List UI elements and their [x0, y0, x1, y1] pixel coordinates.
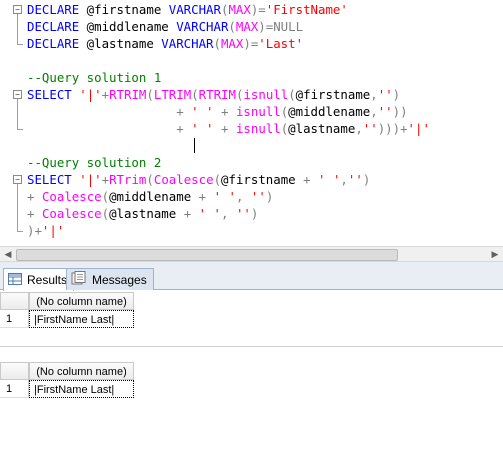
- outline-end: [17, 129, 23, 130]
- tab-results[interactable]: Results: [3, 268, 75, 291]
- text-caret: [194, 138, 195, 153]
- code-line-8: + ' ' + isnull(@lastname,'')))+'|': [176, 121, 430, 136]
- results-grid-1[interactable]: (No column name) 1 |FirstName Last|: [0, 292, 503, 332]
- scroll-left-icon[interactable]: ◀: [2, 249, 14, 260]
- code-line-6: SELECT '|'+RTRIM(LTRIM(RTRIM(isnull(@fir…: [27, 87, 401, 102]
- code-comment-1: --Query solution 1: [27, 70, 162, 85]
- outline-end: [17, 231, 23, 232]
- code-line-13: + Coalesce(@lastname + ' ', ''): [27, 206, 259, 221]
- result-cell[interactable]: |FirstName Last|: [29, 310, 134, 328]
- grid-icon: [8, 272, 22, 288]
- horizontal-scrollbar[interactable]: ◀ ▶: [0, 246, 503, 262]
- column-header[interactable]: (No column name): [29, 292, 134, 310]
- code-line-2: DECLARE @middlename VARCHAR(MAX)=NULL: [27, 19, 304, 34]
- code-line-11: SELECT '|'+RTrim(Coalesce(@firstname + '…: [27, 172, 371, 187]
- row-number[interactable]: 1: [0, 310, 29, 328]
- row-number[interactable]: 1: [0, 380, 29, 398]
- scroll-right-icon[interactable]: ▶: [489, 249, 501, 260]
- row-header-corner[interactable]: [0, 292, 29, 310]
- grid-separator: [0, 346, 503, 359]
- code-line-12: + Coalesce(@middlename + ' ', ''): [27, 189, 274, 204]
- code-line-14: )+'|': [27, 223, 65, 238]
- outline-line: [17, 99, 18, 129]
- scrollbar-thumb[interactable]: [16, 249, 398, 261]
- sql-editor[interactable]: − − − DECLARE @firstname VARCHAR(MAX)='F…: [0, 0, 503, 246]
- column-header[interactable]: (No column name): [29, 362, 134, 380]
- code-comment-2: --Query solution 2: [27, 155, 162, 170]
- outline-line: [17, 14, 18, 44]
- results-tab-bar: Results Messages: [0, 262, 503, 291]
- tab-messages[interactable]: Messages: [66, 268, 154, 290]
- result-cell[interactable]: |FirstName Last|: [29, 380, 134, 398]
- code-line-7: + ' ' + isnull(@middlename,'')): [176, 104, 408, 119]
- outline-end: [17, 44, 23, 45]
- tab-results-label: Results: [27, 273, 68, 287]
- collapse-icon[interactable]: −: [13, 175, 22, 184]
- tab-messages-label: Messages: [92, 272, 147, 287]
- collapse-icon[interactable]: −: [13, 5, 22, 14]
- collapse-icon[interactable]: −: [13, 90, 22, 99]
- outline-line: [17, 184, 18, 231]
- messages-icon: [71, 271, 87, 288]
- results-grid-2[interactable]: (No column name) 1 |FirstName Last|: [0, 362, 503, 402]
- code-line-1: DECLARE @firstname VARCHAR(MAX)='FirstNa…: [27, 2, 348, 17]
- row-header-corner[interactable]: [0, 362, 29, 380]
- code-line-3: DECLARE @lastname VARCHAR(MAX)='Last': [27, 36, 304, 51]
